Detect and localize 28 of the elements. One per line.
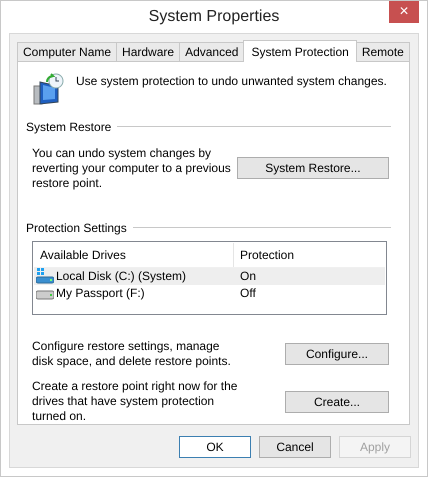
drive-name: Local Disk (C:) (System): [56, 269, 186, 284]
close-button[interactable]: ×: [389, 1, 419, 23]
section-heading: System Restore: [26, 120, 112, 134]
drive-name: My Passport (F:): [56, 286, 145, 300]
dialog-button[interactable]: Cancel: [259, 436, 331, 458]
system-restore-button[interactable]: System Restore...: [236, 157, 389, 180]
drive-row[interactable]: My Passport (F:) Off: [34, 284, 385, 302]
column-header[interactable]: Available Drives: [34, 242, 234, 267]
tab[interactable]: Hardware: [116, 42, 180, 61]
action-button[interactable]: Create...: [285, 390, 389, 412]
column-header[interactable]: Protection: [234, 242, 294, 267]
intro-text: Use system protection to undo unwanted system changes.: [76, 74, 387, 89]
system-drive-icon: [36, 268, 54, 284]
tab[interactable]: System Protection: [243, 40, 357, 62]
tab[interactable]: Computer Name: [17, 42, 118, 61]
protection-status: On: [239, 269, 256, 284]
description-text: Create a restore point right now for the drives that have system protection turned on.: [32, 379, 238, 424]
tab[interactable]: Remote: [356, 42, 410, 61]
dialog-button[interactable]: OK: [179, 436, 251, 458]
window-title: System Properties: [148, 8, 280, 26]
protection-status: Off: [239, 286, 256, 300]
description-text: Configure restore settings, manage disk space, and delete restore points.: [32, 339, 232, 369]
section-heading: Protection Settings: [26, 220, 127, 235]
action-button[interactable]: Configure...: [285, 343, 389, 365]
computer-restore-icon: [32, 72, 66, 106]
drive-row[interactable]: Local Disk (C:) (System) On: [34, 268, 385, 285]
description-text: You can undo system changes by reverting your computer to a previous restore point.: [32, 146, 232, 191]
tab[interactable]: Advanced: [179, 42, 244, 61]
